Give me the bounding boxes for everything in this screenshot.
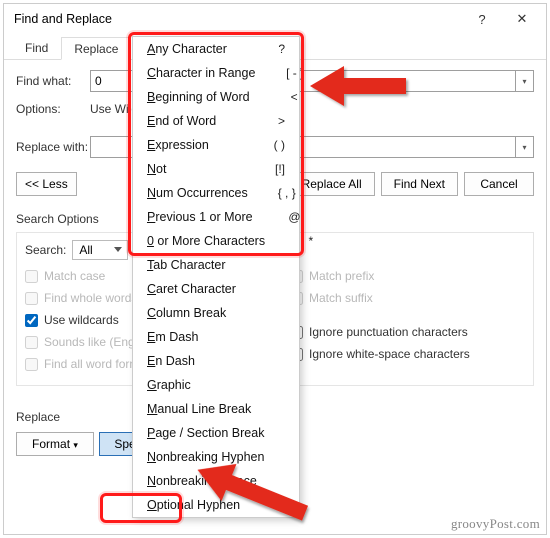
search-direction-label: Search: [25,243,66,257]
menu-item-code: @ [281,210,301,224]
menu-item-label: Caret Character [147,282,265,296]
special-menu-item[interactable]: 0 or More Characters* [133,229,299,253]
find-next-button[interactable]: Find Next [381,172,458,196]
special-menu-item[interactable]: Not[!] [133,157,299,181]
search-direction-select[interactable]: All [72,240,128,260]
help-icon[interactable]: ? [462,4,502,34]
check-match-case [25,270,38,283]
special-menu-item[interactable]: Graphic [133,373,299,397]
cancel-button[interactable]: Cancel [464,172,534,196]
special-menu-item[interactable]: Nonbreaking Hyphen [133,445,299,469]
menu-item-label: 0 or More Characters [147,234,293,248]
menu-item-label: En Dash [147,354,265,368]
menu-item-code: * [293,234,313,248]
check-match-suffix-label: Match suffix [309,291,373,305]
menu-item-label: Em Dash [147,330,265,344]
titlebar: Find and Replace ? ✕ [4,4,546,34]
menu-item-label: Manual Line Break [147,402,279,416]
menu-item-label: Tab Character [147,258,265,272]
special-menu-item[interactable]: End of Word> [133,109,299,133]
menu-item-label: Page / Section Break [147,426,292,440]
special-menu-item[interactable]: Caret Character [133,277,299,301]
menu-item-label: Nonbreaking Space [147,474,285,488]
special-menu-item[interactable]: Beginning of Word< [133,85,299,109]
special-menu-item[interactable]: Page / Section Break [133,421,299,445]
replace-with-label: Replace with: [16,140,90,154]
less-button[interactable]: << Less [16,172,77,196]
special-menu-item[interactable]: Character in Range[ - ] [133,61,299,85]
find-what-label: Find what: [16,74,90,88]
special-menu-item[interactable]: Column Break [133,301,299,325]
check-whole-words [25,292,38,305]
menu-item-label: Column Break [147,306,265,320]
menu-item-label: Optional Hyphen [147,498,268,512]
watermark: groovyPost.com [451,516,540,532]
special-menu-item[interactable]: Expression( ) [133,133,299,157]
tab-find[interactable]: Find [12,36,61,59]
menu-item-label: Nonbreaking Hyphen [147,450,292,464]
replace-all-button[interactable]: Replace All [289,172,375,196]
check-all-word-forms [25,358,38,371]
special-menu-item[interactable]: En Dash [133,349,299,373]
check-ignore-space-label: Ignore white-space characters [309,347,470,361]
check-match-prefix-label: Match prefix [309,269,374,283]
find-history-dropdown[interactable]: ▾ [516,70,534,92]
menu-item-label: End of Word [147,114,265,128]
check-sounds-like [25,336,38,349]
menu-item-code: ( ) [265,138,285,152]
menu-item-label: Beginning of Word [147,90,278,104]
menu-item-label: Graphic [147,378,265,392]
check-ignore-punct-label: Ignore punctuation characters [309,325,468,339]
menu-item-label: Any Character [147,42,265,56]
menu-item-label: Num Occurrences [147,186,276,200]
special-menu-item[interactable]: Optional Hyphen [133,493,299,517]
menu-item-label: Not [147,162,265,176]
format-button[interactable]: Format ▾ [16,432,94,456]
menu-item-code: [!] [265,162,285,176]
menu-item-code: [ - ] [283,66,303,80]
close-icon[interactable]: ✕ [502,4,542,34]
menu-item-label: Previous 1 or More [147,210,281,224]
special-menu-item[interactable]: Tab Character [133,253,299,277]
check-use-wildcards[interactable] [25,314,38,327]
options-label: Options: [16,102,90,116]
special-menu[interactable]: Any Character?Character in Range[ - ]Beg… [132,36,300,518]
menu-item-label: Expression [147,138,265,152]
special-menu-item[interactable]: Manual Line Break [133,397,299,421]
menu-item-code: < [278,90,298,104]
window-title: Find and Replace [14,12,462,26]
special-menu-item[interactable]: Num Occurrences{ , } [133,181,299,205]
special-menu-item[interactable]: Previous 1 or More@ [133,205,299,229]
check-use-wildcards-label: Use wildcards [44,313,119,327]
menu-item-code: ? [265,42,285,56]
menu-item-code: > [265,114,285,128]
menu-item-code: { , } [276,186,296,200]
special-menu-item[interactable]: Em Dash [133,325,299,349]
check-match-case-label: Match case [44,269,105,283]
special-menu-item[interactable]: Nonbreaking Space [133,469,299,493]
tab-replace[interactable]: Replace [61,37,131,60]
replace-history-dropdown[interactable]: ▾ [516,136,534,158]
special-menu-item[interactable]: Any Character? [133,37,299,61]
menu-item-label: Character in Range [147,66,283,80]
